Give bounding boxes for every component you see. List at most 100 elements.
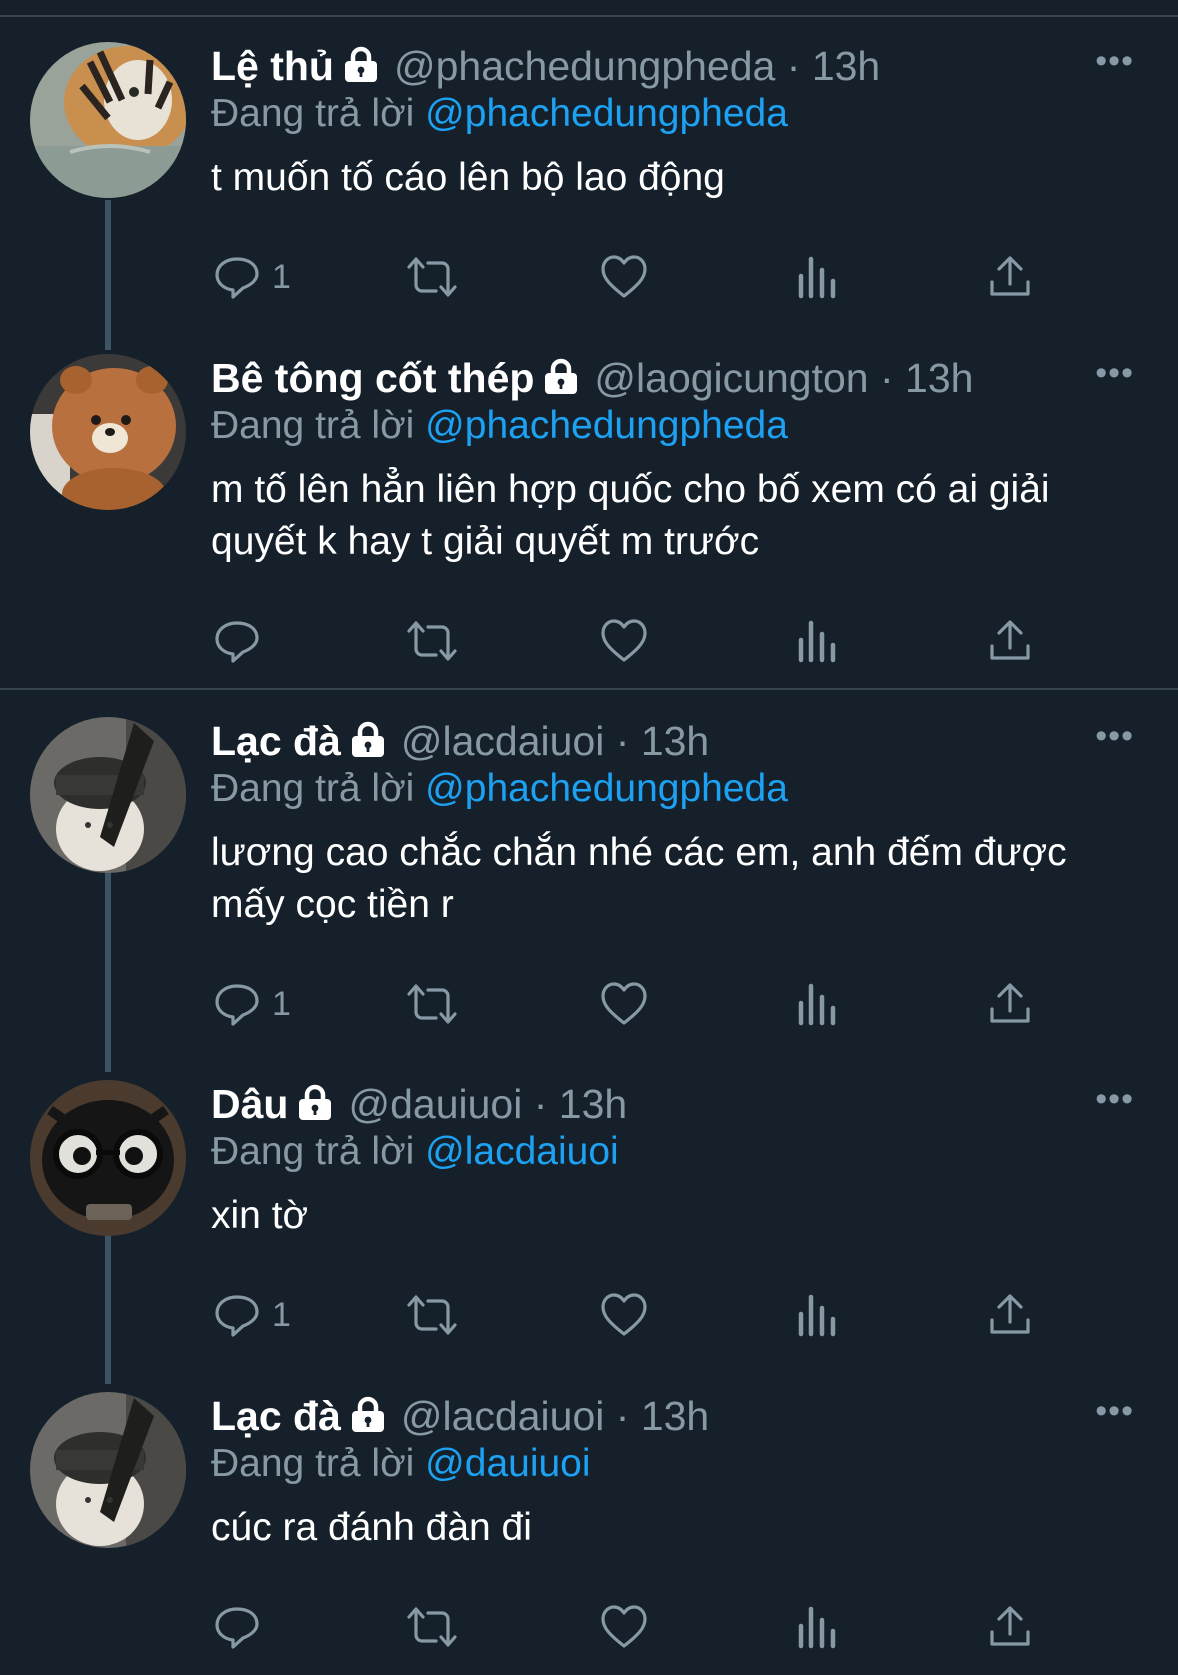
mention-link[interactable]: @phachedungpheda	[425, 404, 788, 447]
tweet-actions: 1	[0, 252, 1178, 302]
replying-to-label: Đang trả lời	[211, 767, 415, 810]
retweet-button[interactable]	[404, 1602, 460, 1652]
share-button[interactable]	[988, 252, 1032, 302]
replying-to-label: Đang trả lời	[211, 1442, 415, 1485]
like-button[interactable]	[600, 252, 648, 302]
share-icon	[988, 254, 1032, 300]
tweet-header: Lạc đà @lacdaiuoi · 13h	[211, 1392, 1118, 1440]
tweet-header: Bê tông cốt thép @laogicungton · 13h	[211, 354, 1118, 402]
like-button[interactable]	[600, 1290, 648, 1340]
share-button[interactable]	[988, 616, 1032, 666]
analytics-button[interactable]	[796, 252, 838, 302]
tweet-header: Lệ thủ @phachedungpheda · 13h	[211, 42, 1118, 90]
lock-icon	[296, 1083, 334, 1121]
replying-to: Đang trả lời @phachedungpheda	[211, 90, 1118, 138]
analytics-icon	[796, 1604, 838, 1650]
timestamp[interactable]: 13h	[641, 1393, 709, 1439]
replying-to: Đang trả lời @dauiuoi	[211, 1440, 1118, 1488]
reply-icon	[214, 1292, 260, 1338]
user-handle[interactable]: @phachedungpheda	[394, 43, 775, 89]
mention-link[interactable]: @phachedungpheda	[425, 92, 788, 135]
display-name[interactable]: Dâu	[211, 1081, 288, 1127]
reply-icon	[214, 254, 260, 300]
analytics-button[interactable]	[796, 1602, 838, 1652]
retweet-button[interactable]	[404, 616, 460, 666]
analytics-icon	[796, 1292, 838, 1338]
retweet-button[interactable]	[404, 1290, 460, 1340]
timestamp[interactable]: 13h	[641, 718, 709, 764]
more-icon[interactable]: •••	[1095, 354, 1134, 393]
mention-link[interactable]: @dauiuoi	[425, 1442, 590, 1485]
avatar-tiger[interactable]	[30, 42, 186, 198]
like-icon	[600, 618, 648, 664]
reply-button[interactable]: 1	[214, 252, 291, 302]
user-handle[interactable]: @lacdaiuoi	[401, 1393, 604, 1439]
tweet-text: cúc ra đánh đàn đi	[211, 1506, 532, 1549]
replying-to-label: Đang trả lời	[211, 92, 415, 135]
reply-icon	[214, 981, 260, 1027]
analytics-button[interactable]	[796, 979, 838, 1029]
conversation-divider	[0, 688, 1178, 690]
mention-link[interactable]: @lacdaiuoi	[425, 1130, 619, 1173]
reply-button[interactable]	[214, 1602, 272, 1652]
analytics-icon	[796, 618, 838, 664]
more-icon[interactable]: •••	[1095, 1080, 1134, 1119]
like-button[interactable]	[600, 616, 648, 666]
replying-to: Đang trả lời @phachedungpheda	[211, 402, 1118, 450]
lock-icon	[349, 1395, 387, 1433]
mention-link[interactable]: @phachedungpheda	[425, 767, 788, 810]
like-button[interactable]	[600, 979, 648, 1029]
reply-button[interactable]: 1	[214, 979, 291, 1029]
retweet-button[interactable]	[404, 979, 460, 1029]
like-button[interactable]	[600, 1602, 648, 1652]
reply-icon	[214, 1604, 260, 1650]
tweet-actions	[0, 1602, 1178, 1652]
user-handle[interactable]: @lacdaiuoi	[401, 718, 604, 764]
timestamp[interactable]: 13h	[812, 43, 880, 89]
share-button[interactable]	[988, 979, 1032, 1029]
reply-count: 1	[272, 1295, 291, 1334]
reply-count: 1	[272, 984, 291, 1023]
retweet-button[interactable]	[404, 252, 460, 302]
display-name[interactable]: Lạc đà	[211, 718, 341, 764]
avatar-alpaca[interactable]	[30, 717, 186, 873]
tweet-content: Dâu @dauiuoi · 13h Đang trả lời @lacdaiuo…	[211, 1080, 1118, 1242]
reply-button[interactable]	[214, 616, 272, 666]
reply-count: 1	[272, 257, 291, 296]
retweet-icon	[404, 1292, 460, 1338]
timestamp[interactable]: 13h	[905, 355, 973, 401]
timestamp[interactable]: 13h	[559, 1081, 627, 1127]
replying-to-label: Đang trả lời	[211, 404, 415, 447]
share-button[interactable]	[988, 1602, 1032, 1652]
replying-to: Đang trả lời @lacdaiuoi	[211, 1128, 1118, 1176]
avatar-plush[interactable]	[30, 1080, 186, 1236]
reply-button[interactable]: 1	[214, 1290, 291, 1340]
display-name[interactable]: Bê tông cốt thép	[211, 355, 534, 401]
display-name[interactable]: Lạc đà	[211, 1393, 341, 1439]
user-handle[interactable]: @dauiuoi	[348, 1081, 522, 1127]
analytics-icon	[796, 981, 838, 1027]
separator-dot: ·	[786, 43, 801, 89]
tweet-text: t muốn tố cáo lên bộ lao động	[211, 156, 725, 199]
tweet-text: lương cao chắc chắn nhé các em, anh đếm …	[211, 831, 1067, 926]
like-icon	[600, 1292, 648, 1338]
share-icon	[988, 1292, 1032, 1338]
share-button[interactable]	[988, 1290, 1032, 1340]
more-icon[interactable]: •••	[1095, 1392, 1134, 1431]
retweet-icon	[404, 254, 460, 300]
lock-icon	[542, 357, 580, 395]
replying-to: Đang trả lời @phachedungpheda	[211, 765, 1118, 813]
avatar-alpaca[interactable]	[30, 1392, 186, 1548]
display-name[interactable]: Lệ thủ	[211, 43, 334, 89]
share-icon	[988, 981, 1032, 1027]
avatar-bear[interactable]	[30, 354, 186, 510]
more-icon[interactable]: •••	[1095, 42, 1134, 81]
analytics-button[interactable]	[796, 616, 838, 666]
lock-icon	[342, 45, 380, 83]
tweet-text: m tố lên hẳn liên hợp quốc cho bố xem có…	[211, 468, 1050, 563]
user-handle[interactable]: @laogicungton	[594, 355, 868, 401]
analytics-button[interactable]	[796, 1290, 838, 1340]
more-icon[interactable]: •••	[1095, 717, 1134, 756]
reply-icon	[214, 618, 260, 664]
top-divider	[0, 15, 1178, 17]
